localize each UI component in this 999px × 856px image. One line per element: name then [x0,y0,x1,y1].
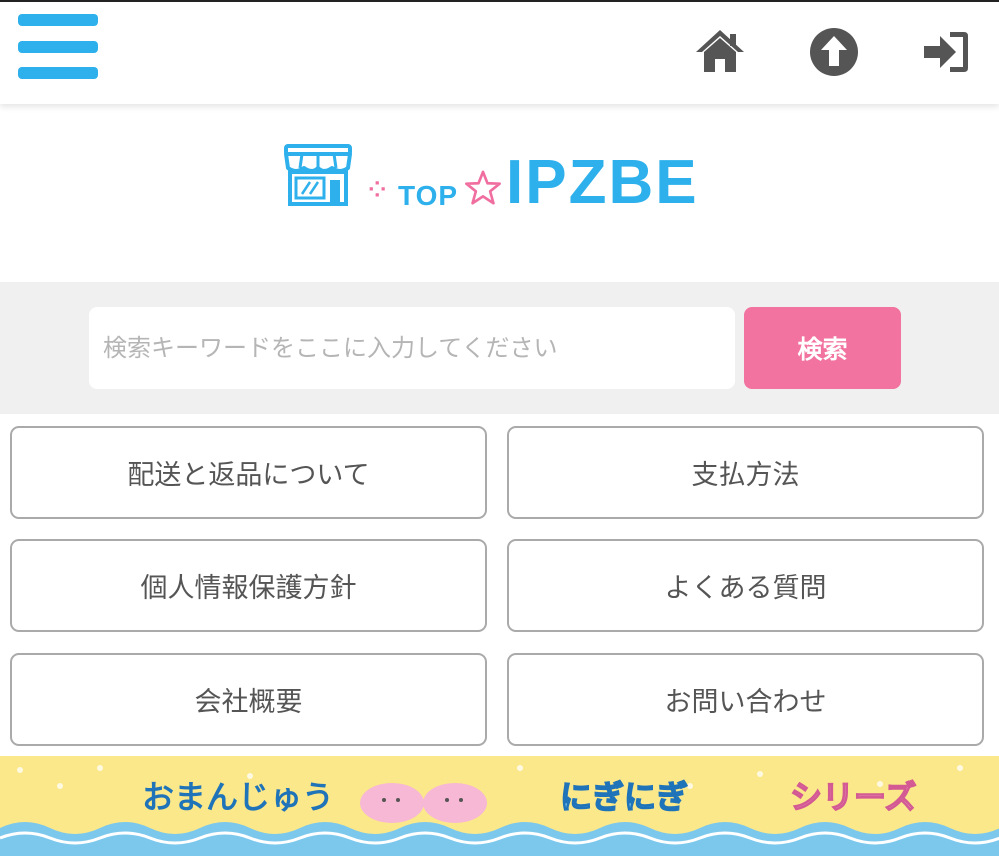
sign-in-icon[interactable] [920,26,972,78]
search-button[interactable]: 検索 [744,307,901,389]
star-outline-icon [465,170,501,205]
menu-bar [18,14,98,26]
promo-banner[interactable]: おまんじゅう にぎにぎ シリーズ [0,756,999,856]
search-bar: 検索 [0,282,999,414]
arrow-up-circle-icon[interactable] [808,26,860,78]
banner-title-mid: にぎにぎ [559,777,689,817]
home-icon[interactable] [694,26,746,78]
nav-contact[interactable]: お問い合わせ [507,653,984,746]
search-input[interactable] [89,307,735,389]
manju-character [423,783,487,823]
arrow-up-circle-graphic [810,28,858,76]
banner-title-right: シリーズ [789,777,917,817]
manju-character [360,783,424,823]
nav-company-profile[interactable]: 会社概要 [10,653,487,746]
logo-area: ⁘ TOP IPZBE [0,104,999,282]
logo-main-text: IPZBE [506,148,699,217]
menu-bar [18,67,98,79]
nav-payment-methods[interactable]: 支払方法 [507,426,984,519]
logo-top-text: TOP [398,180,459,211]
menu-bar [18,41,98,53]
shop-storefront-icon [284,144,352,206]
top-header [0,0,999,104]
sparkle-icon: ⁘ [368,178,387,203]
home-icon-graphic [696,30,744,72]
nav-shipping-returns[interactable]: 配送と返品について [10,426,487,519]
banner-title-left: おまんじゅう [142,778,335,816]
hamburger-menu-icon[interactable] [18,14,98,80]
sign-in-graphic [924,32,968,72]
nav-privacy-policy[interactable]: 個人情報保護方針 [10,539,487,632]
nav-faq[interactable]: よくある質問 [507,539,984,632]
